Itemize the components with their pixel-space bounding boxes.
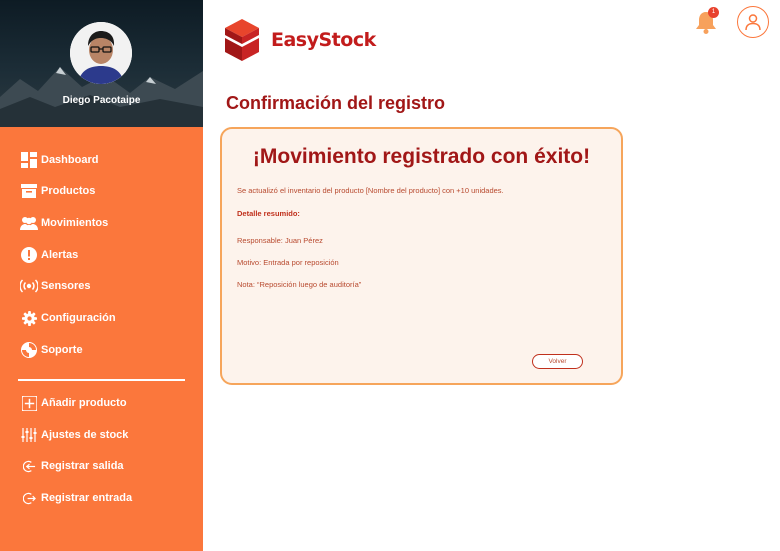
- enter-icon: [20, 489, 38, 507]
- sidebar-item-label: Configuración: [41, 312, 116, 324]
- sidebar-item-label: Dashboard: [41, 154, 99, 166]
- user-icon: [745, 14, 761, 31]
- detail-responsable: Responsable: Juan Pérez: [237, 236, 323, 245]
- detail-nota: Nota: “Reposición luego de auditoría”: [237, 280, 362, 289]
- alert-icon: [20, 246, 38, 264]
- profile-header: Diego Pacotaipe: [0, 0, 203, 127]
- sidebar-item-soporte[interactable]: Soporte: [20, 340, 83, 360]
- cube-logo-icon: [225, 19, 259, 61]
- box-icon: [20, 182, 38, 200]
- plus-icon: [20, 394, 38, 412]
- app-logo[interactable]: EasyStock: [225, 19, 376, 61]
- detail-motivo: Motivo: Entrada por reposición: [237, 258, 339, 267]
- notification-badge: 1: [708, 7, 719, 18]
- success-title: ¡Movimiento registrado con éxito!: [252, 145, 591, 168]
- exit-icon: [20, 457, 38, 475]
- sidebar-item-label: Alertas: [41, 249, 79, 261]
- sidebar-item-label: Ajustes de stock: [41, 429, 129, 441]
- sidebar-item-label: Registrar entrada: [41, 492, 133, 504]
- sliders-icon: [20, 426, 38, 444]
- sidebar-item-productos[interactable]: Productos: [20, 181, 95, 201]
- detail-heading: Detalle resumido:: [237, 209, 300, 218]
- sidebar-item-label: Soporte: [41, 344, 83, 356]
- support-icon: [20, 341, 38, 359]
- sidebar-item-label: Sensores: [41, 280, 91, 292]
- page-title: Confirmación del registro: [226, 93, 446, 113]
- logo-text: EasyStock: [271, 29, 376, 51]
- sidebar-item-movimientos[interactable]: Movimientos: [20, 213, 108, 233]
- sidebar-divider: [18, 379, 185, 381]
- sidebar-item-registrar-entrada[interactable]: Registrar entrada: [20, 488, 132, 508]
- avatar[interactable]: [70, 22, 132, 84]
- app: Diego Pacotaipe Dashboard Productos Movi…: [0, 0, 780, 551]
- sensor-icon: [20, 277, 38, 295]
- gear-icon: [20, 309, 38, 327]
- users-icon: [20, 214, 38, 232]
- sidebar-item-registrar-salida[interactable]: Registrar salida: [20, 456, 124, 476]
- sidebar-item-anadir-producto[interactable]: Añadir producto: [20, 393, 127, 413]
- sidebar-item-sensores[interactable]: Sensores: [20, 276, 91, 296]
- sidebar-item-alertas[interactable]: Alertas: [20, 245, 78, 265]
- sidebar-item-label: Añadir producto: [41, 397, 127, 409]
- back-button[interactable]: Volver: [532, 354, 583, 369]
- sidebar-item-label: Registrar salida: [41, 460, 124, 472]
- user-menu-button[interactable]: [737, 6, 769, 38]
- confirmation-card: ¡Movimiento registrado con éxito! Se act…: [220, 127, 623, 385]
- sidebar-item-dashboard[interactable]: Dashboard: [20, 150, 98, 170]
- sidebar-item-configuracion[interactable]: Configuración: [20, 308, 116, 328]
- dashboard-icon: [20, 151, 38, 169]
- profile-name: Diego Pacotaipe: [62, 95, 141, 106]
- sidebar: Diego Pacotaipe Dashboard Productos Movi…: [0, 0, 203, 551]
- success-message: Se actualizó el inventario del producto …: [237, 186, 504, 195]
- sidebar-item-label: Productos: [41, 185, 96, 197]
- sidebar-item-ajustes-stock[interactable]: Ajustes de stock: [20, 425, 128, 445]
- sidebar-item-label: Movimientos: [41, 217, 109, 229]
